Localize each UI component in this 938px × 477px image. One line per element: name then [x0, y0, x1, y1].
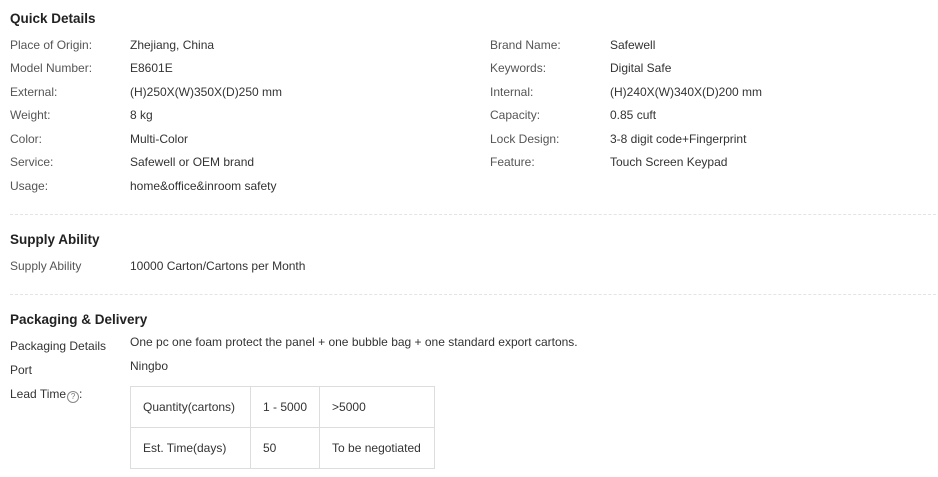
detail-value: (H)240X(W)340X(D)200 mm: [610, 85, 763, 99]
table-cell: 50: [249, 427, 321, 469]
packaging-delivery-title: Packaging & Delivery: [10, 312, 148, 327]
table-row: Est. Time(days) 50 To be negotiated: [130, 427, 436, 469]
detail-value: Digital Safe: [610, 61, 672, 75]
detail-value: Zhejiang, China: [130, 38, 215, 52]
quick-details-title: Quick Details: [10, 11, 96, 26]
detail-label: Lock Design:: [490, 132, 560, 146]
detail-value: home&office&inroom safety: [130, 179, 277, 193]
detail-label: Supply Ability: [10, 259, 82, 273]
detail-label: Weight:: [10, 108, 51, 122]
lead-time-label: Lead Time?:: [10, 387, 82, 403]
question-circle-icon[interactable]: ?: [67, 391, 80, 403]
detail-value: E8601E: [130, 61, 173, 75]
detail-value: Touch Screen Keypad: [610, 155, 728, 169]
section-divider: [10, 214, 936, 215]
detail-label: Internal:: [490, 85, 534, 99]
detail-value: 0.85 cuft: [610, 108, 657, 122]
detail-label: Keywords:: [490, 61, 547, 75]
detail-label: Feature:: [490, 155, 535, 169]
lead-time-table: Quantity(cartons) 1 - 5000 >5000 Est. Ti…: [130, 386, 436, 469]
detail-label: Model Number:: [10, 61, 93, 75]
table-cell: To be negotiated: [319, 427, 436, 469]
detail-label: Place of Origin:: [10, 38, 93, 52]
supply-ability-title: Supply Ability: [10, 232, 100, 247]
table-row: Quantity(cartons) 1 - 5000 >5000: [130, 386, 436, 428]
detail-label: Lead Time: [10, 387, 67, 401]
detail-value: 3-8 digit code+Fingerprint: [610, 132, 747, 146]
table-cell: Quantity(cartons): [130, 386, 251, 428]
section-divider: [10, 294, 936, 295]
detail-value: 10000 Carton/Cartons per Month: [130, 259, 306, 273]
detail-value: (H)250X(W)350X(D)250 mm: [130, 85, 283, 99]
detail-label: External:: [10, 85, 58, 99]
detail-label: Service:: [10, 155, 54, 169]
detail-label: Usage:: [10, 179, 49, 193]
detail-value: Safewell or OEM brand: [130, 155, 255, 169]
table-cell: 1 - 5000: [249, 386, 321, 428]
table-cell: Est. Time(days): [130, 427, 251, 469]
detail-label: Capacity:: [490, 108, 541, 122]
detail-label: Packaging Details: [10, 339, 107, 353]
detail-label: Brand Name:: [490, 38, 561, 52]
table-cell: >5000: [319, 386, 436, 428]
detail-value: 8 kg: [130, 108, 153, 122]
detail-label: Color:: [10, 132, 43, 146]
label-colon: :: [79, 387, 83, 401]
detail-label: Port: [10, 363, 33, 377]
detail-value: Ningbo: [130, 359, 169, 373]
detail-value: Multi-Color: [130, 132, 189, 146]
detail-value: Safewell: [610, 38, 656, 52]
detail-value: One pc one foam protect the panel + one …: [130, 335, 578, 349]
